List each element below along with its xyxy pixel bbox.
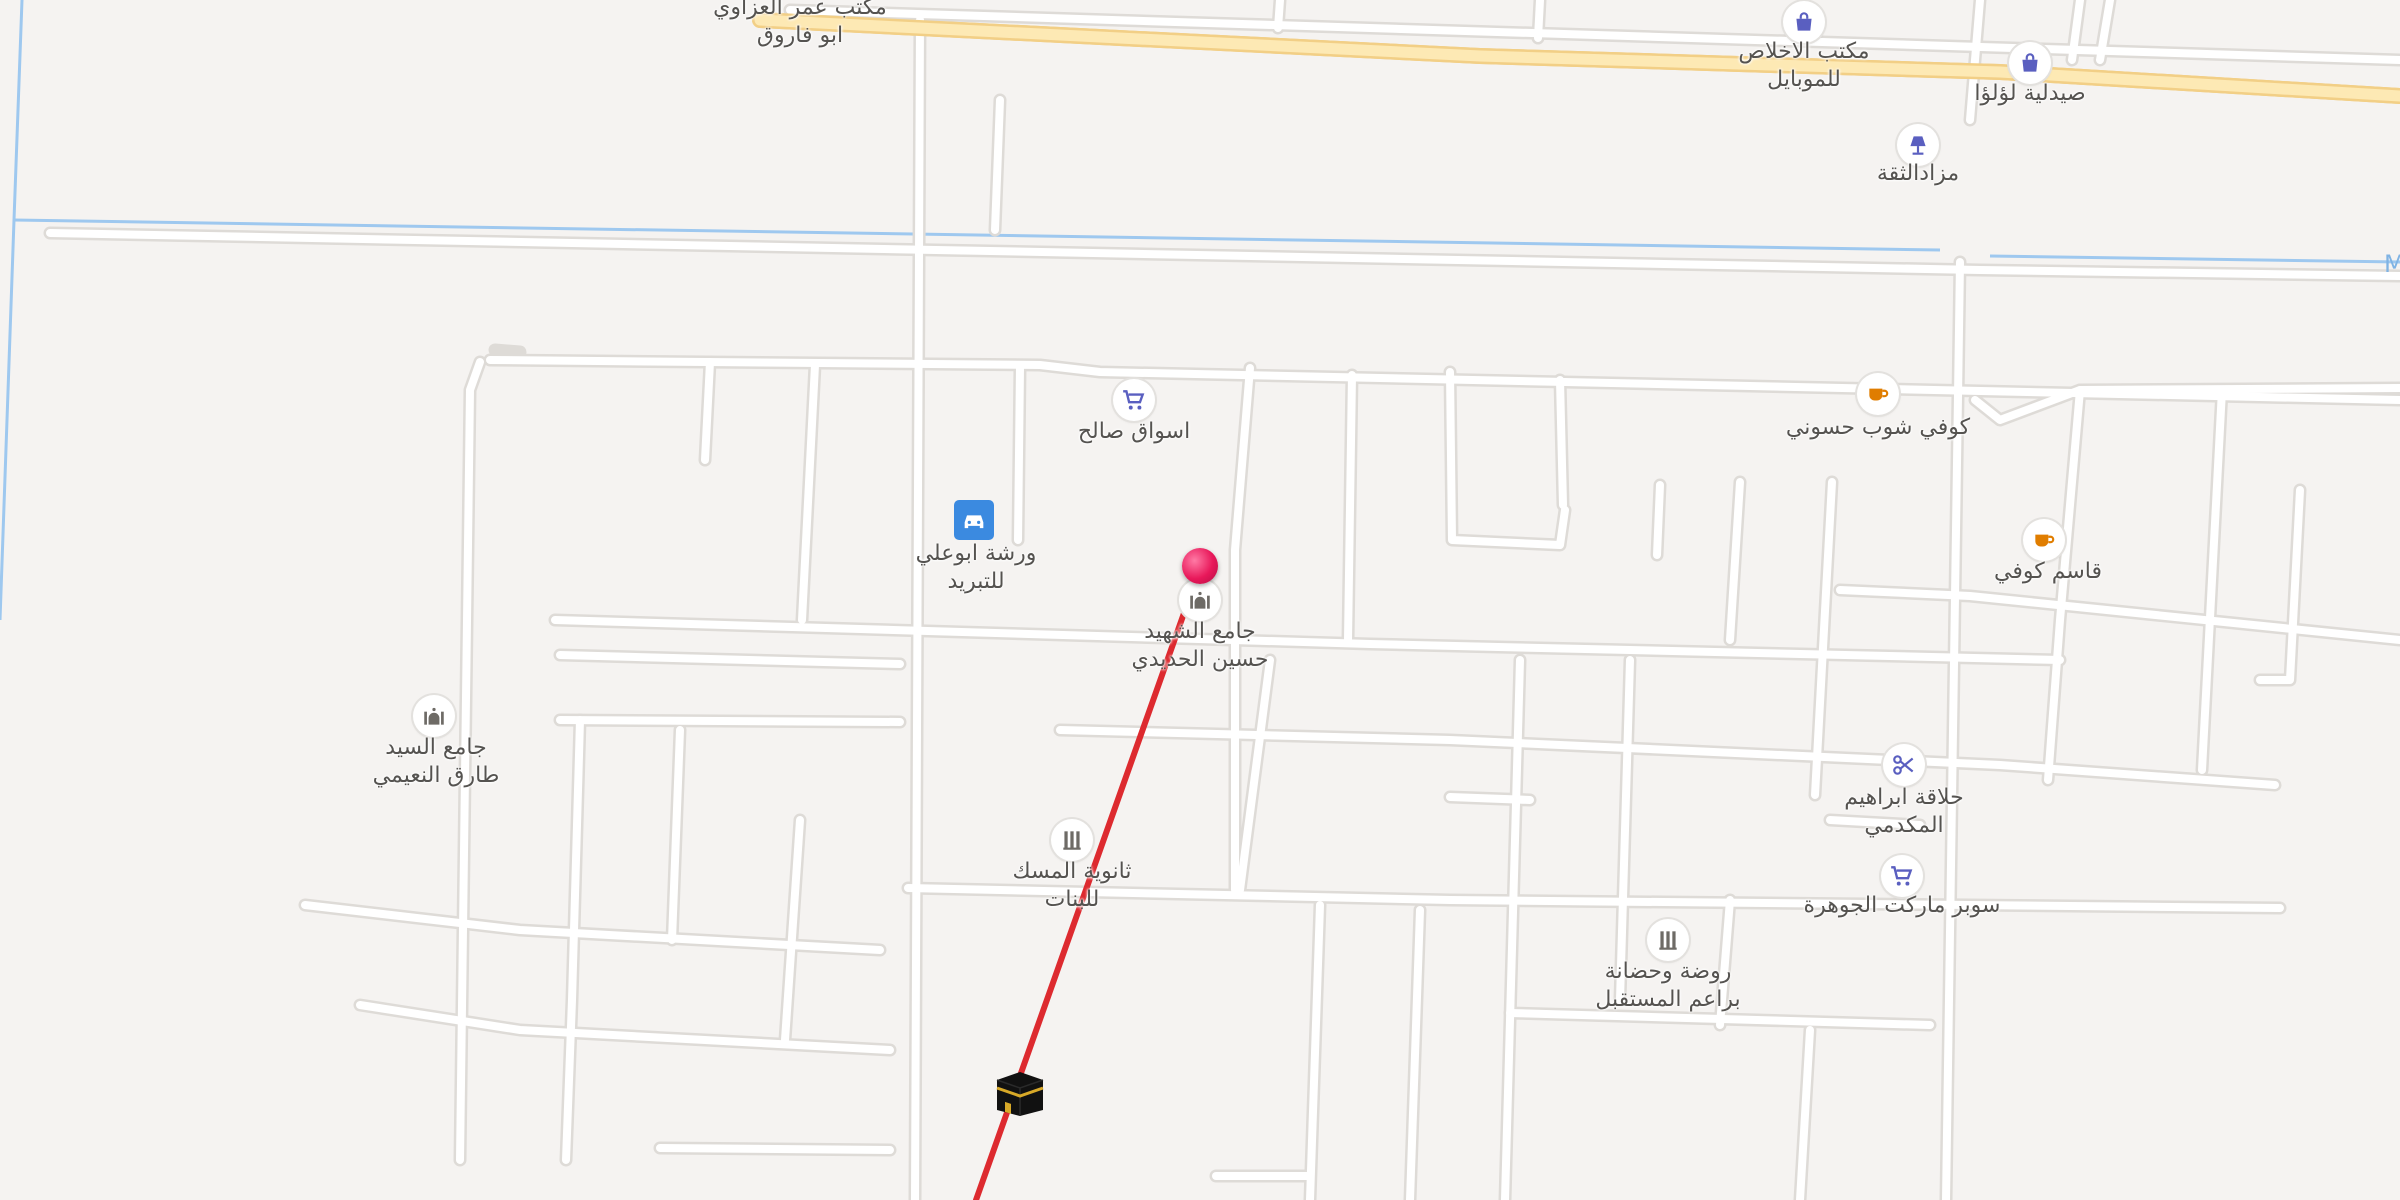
poi-label: اسواق صالح (1077, 419, 1191, 444)
scissors-icon (1883, 744, 1925, 786)
poi-label: قاسم كوفي (1994, 559, 2102, 584)
school-icon (1051, 819, 1093, 861)
car-icon (954, 500, 994, 540)
location-pin-icon[interactable] (1182, 548, 1218, 584)
canal-label-fragment: M (2384, 250, 2400, 278)
poi-label: مكتب الاخلاص للموبايل (1738, 39, 1870, 92)
cart-icon (1881, 855, 1923, 897)
kaaba-icon[interactable] (993, 1066, 1047, 1118)
shopping-bag-icon (1783, 1, 1825, 43)
poi-label: حلاقة ابراهيم المكدمي (1844, 785, 1964, 838)
poi-label: مزادالثقة (1876, 161, 1960, 186)
cart-icon (1113, 379, 1155, 421)
poi-label: جامع الشهيد حسين الحديدي (1131, 619, 1269, 672)
street-network (43, 0, 2400, 1200)
poi-label: ورشة ابوعلي للتبريد (915, 541, 1037, 594)
poi-label: سوبر ماركت الجوهرة (1803, 893, 2001, 918)
poi-label: ثانوية المسك للبنات (1012, 859, 1132, 912)
poi-label: مكتب عمر العزاوي ابو فاروق (713, 0, 887, 48)
shopping-bag-icon (2009, 42, 2051, 84)
mosque-icon (413, 695, 455, 737)
mosque-icon (1179, 579, 1221, 621)
poi-label: صيدلية لؤلؤا (1974, 81, 2086, 106)
coffee-cup-icon (1857, 373, 1899, 415)
coffee-cup-icon (2023, 519, 2065, 561)
poi-label: جامع السيد طارق النعيمي (372, 735, 500, 788)
school-icon (1647, 919, 1689, 961)
poi-label: روضة وحضانة براعم المستقبل (1595, 959, 1741, 1012)
poi-label: كوفي شوب حسوني (1785, 415, 1971, 440)
